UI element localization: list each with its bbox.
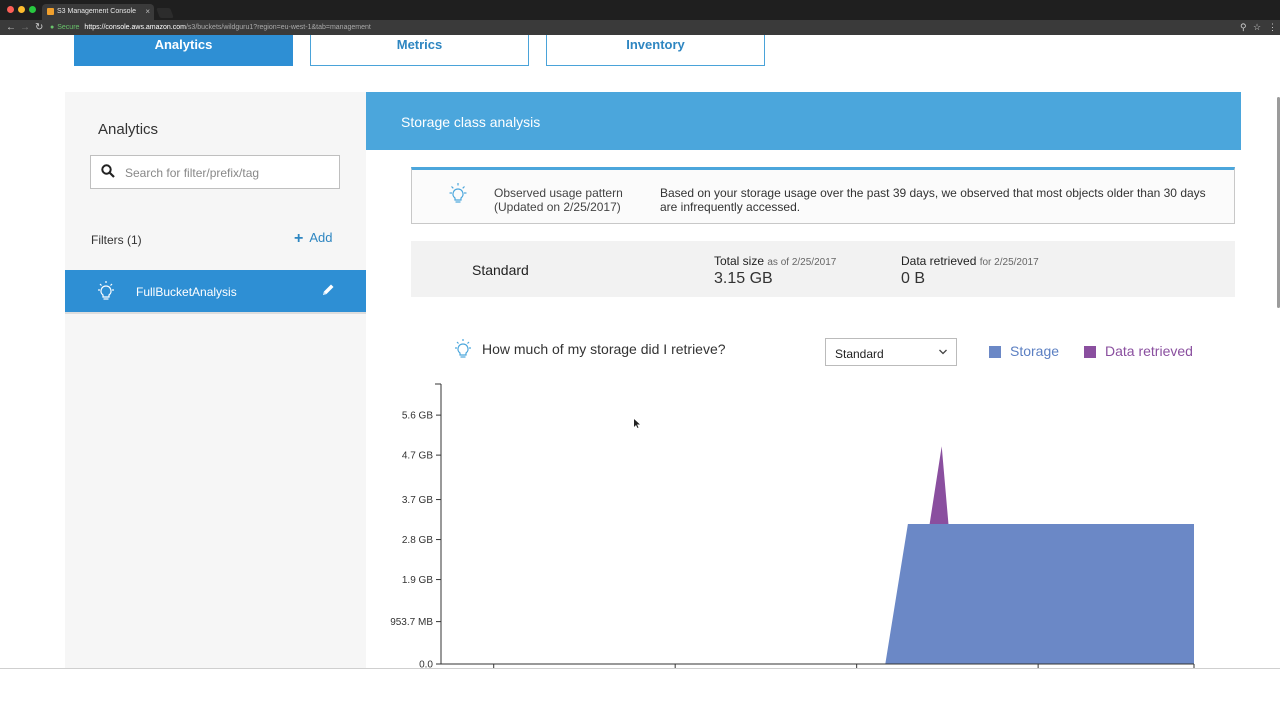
add-filter-button[interactable]: + Add: [294, 230, 332, 248]
menu-dots-icon[interactable]: ⋮: [1268, 21, 1277, 34]
tab-metrics[interactable]: Metrics: [310, 35, 529, 66]
y-tick-label: 1.9 GB: [402, 575, 433, 586]
back-arrow-icon[interactable]: ←: [6, 21, 16, 34]
filter-search-box[interactable]: [90, 155, 340, 189]
legend-storage-swatch: [989, 346, 1001, 358]
url-host: https://console.aws.amazon.com: [84, 24, 186, 31]
chart-question-text: How much of my storage did I retrieve?: [482, 341, 726, 357]
storage-class-select[interactable]: Standard: [825, 338, 957, 366]
edit-pencil-icon[interactable]: [321, 283, 335, 297]
usage-pattern-notice: Observed usage pattern (Updated on 2/25/…: [411, 167, 1235, 224]
y-tick-label: 0.0: [419, 660, 433, 669]
sidebar-title: Analytics: [98, 121, 159, 138]
usage-pattern-label: Observed usage pattern (Updated on 2/25/…: [494, 186, 623, 214]
secure-label: Secure: [57, 24, 80, 31]
y-tick-label: 5.6 GB: [402, 411, 433, 422]
zoom-icon[interactable]: ⚲: [1240, 21, 1247, 34]
lightbulb-icon: [98, 281, 114, 300]
usage-pattern-description: Based on your storage usage over the pas…: [660, 186, 1206, 214]
tab-analytics[interactable]: Analytics: [74, 35, 293, 66]
legend-storage-label: Storage: [1010, 343, 1060, 359]
lock-icon: ●: [50, 24, 55, 31]
storage-retrieval-chart: 5.6 GB 4.7 GB 3.7 GB 2.8 GB 1.9 GB 953.7 MB 0.…: [390, 383, 1195, 669]
url-bar[interactable]: ● Secure https://console.aws.amazon.com/s3…: [50, 22, 1235, 33]
bookmark-star-icon[interactable]: ☆: [1253, 21, 1261, 34]
total-size-label: Total size as of 2/25/2017: [714, 254, 836, 268]
tab-close-icon[interactable]: ×: [145, 7, 150, 16]
panel-title: Storage class analysis: [401, 114, 541, 130]
browser-tab[interactable]: S3 Management Console ×: [42, 4, 154, 20]
data-retrieved-title: Data retrieved: [901, 254, 977, 268]
total-size-title: Total size: [714, 254, 765, 268]
y-tick-label: 4.7 GB: [402, 451, 433, 462]
url-path: /s3/buckets/wildguru1?region=eu-west-1&t…: [185, 24, 371, 31]
tab-inventory[interactable]: Inventory: [546, 35, 765, 66]
maximize-window-button[interactable]: [29, 6, 36, 13]
y-tick-label: 953.7 MB: [390, 617, 433, 628]
total-size-note: as of 2/25/2017: [767, 257, 837, 268]
forward-arrow-icon[interactable]: →: [20, 21, 30, 34]
legend-data-retrieved-label: Data retrieved: [1105, 343, 1193, 359]
add-filter-label: Add: [309, 230, 333, 245]
mouse-cursor-icon: [634, 419, 640, 428]
analytics-sidebar: Analytics Filters (1) + Add FullBucketAna…: [65, 92, 366, 668]
search-icon: [101, 164, 115, 178]
lightbulb-icon: [449, 183, 467, 203]
minimize-window-button[interactable]: [18, 6, 25, 13]
browser-addressbar: ← → ↻ ● Secure https://console.aws.amazon.…: [0, 20, 1280, 35]
storage-class-name: Standard: [472, 262, 529, 278]
series-storage-area: [441, 524, 1194, 664]
close-window-button[interactable]: [7, 6, 14, 13]
page-content: Analytics Metrics Inventory Analytics Fi…: [0, 35, 1280, 668]
y-tick-label: 3.7 GB: [402, 495, 433, 506]
browser-tab-title: S3 Management Console: [57, 8, 136, 15]
reload-icon[interactable]: ↻: [35, 21, 43, 34]
plus-icon: +: [294, 230, 304, 247]
filter-item-fullbucketanalysis[interactable]: FullBucketAnalysis: [65, 270, 366, 314]
filter-search-input[interactable]: [125, 163, 330, 183]
data-retrieved-label: Data retrieved for 2/25/2017: [901, 254, 1039, 268]
browser-titlebar: S3 Management Console ×: [0, 0, 1280, 20]
storage-class-select-value: Standard: [835, 347, 884, 361]
window-bottom-edge: [0, 668, 1280, 669]
y-tick-label: 2.8 GB: [402, 535, 433, 546]
chevron-down-icon: [939, 349, 947, 355]
storage-summary: Standard Total size as of 2/25/2017 3.15…: [411, 241, 1235, 297]
lightbulb-icon: [455, 339, 471, 358]
data-retrieved-note: for 2/25/2017: [979, 257, 1039, 268]
new-tab-button[interactable]: [156, 8, 174, 18]
legend-data-retrieved-swatch: [1084, 346, 1096, 358]
total-size-value: 3.15 GB: [714, 270, 773, 287]
data-retrieved-value: 0 B: [901, 270, 926, 287]
panel-header: Storage class analysis: [366, 92, 1241, 150]
filters-count-label: Filters (1): [91, 233, 142, 247]
filter-name: FullBucketAnalysis: [136, 285, 237, 299]
aws-favicon-icon: [47, 8, 54, 15]
